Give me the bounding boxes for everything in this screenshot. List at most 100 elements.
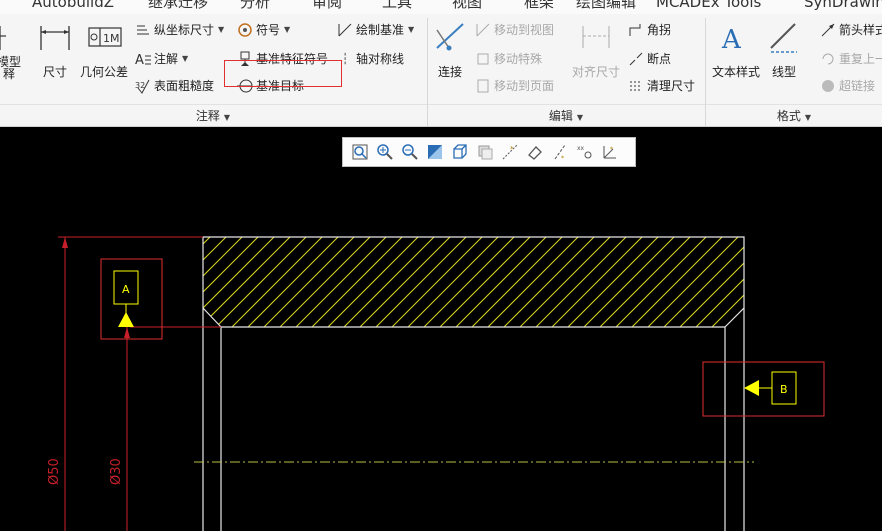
move-to-page-label: 移动到页面 (494, 79, 555, 93)
move-to-view-button[interactable]: 移动到视图 (475, 20, 554, 40)
csys-display-icon: * (603, 146, 616, 159)
tab-view[interactable]: 视图 (452, 0, 482, 12)
connect-label: 连接 (437, 65, 462, 79)
svg-text:*: * (610, 146, 613, 153)
chevron-down-icon: ▼ (804, 113, 812, 122)
tab-review[interactable]: 审阅 (312, 0, 342, 12)
section-hatch (203, 237, 882, 327)
drawing-svg: Ø50 Ø30 A B (47, 236, 882, 531)
annotation-group-footer[interactable]: 注释 ▼ (0, 106, 426, 126)
display-style-button[interactable] (449, 141, 471, 163)
corner-button[interactable]: 角拐 (628, 20, 671, 40)
axis-display-button[interactable]: * (549, 141, 571, 163)
sketch-datum-button[interactable]: 绘制基准 ▼ (337, 20, 414, 40)
datum-display-button[interactable]: * (499, 141, 521, 163)
connect-button[interactable]: 连接 (432, 20, 468, 80)
hyperlink-button[interactable]: 超链接 (820, 76, 875, 96)
text-style-button[interactable]: A 文本样式 (710, 20, 762, 80)
line-type-label: 线型 (771, 65, 796, 79)
drawing-canvas[interactable]: Ø50 Ø30 A B (0, 128, 882, 531)
dimension-button[interactable]: 尺寸 (36, 22, 74, 80)
move-to-page-icon (477, 79, 489, 93)
dimension-lines (58, 236, 221, 531)
chevron-down-icon[interactable]: ▼ (408, 20, 414, 40)
symbol-button[interactable]: 符号 ▼ (237, 20, 290, 40)
axis-symmetry-icon (344, 52, 346, 66)
note-label: 注解 (154, 52, 179, 66)
ordinate-dimension-button[interactable]: 纵坐标尺寸 ▼ (135, 20, 224, 40)
arrow-style-label: 箭头样式 (839, 23, 882, 37)
chevron-down-icon[interactable]: ▼ (284, 20, 290, 40)
note-button[interactable]: A 注解 ▼ (135, 49, 188, 69)
axis-display-icon: * (554, 144, 565, 161)
model-annotation-icon (0, 26, 6, 50)
sketch-datum-icon (338, 23, 352, 37)
inner-diameter-label[interactable]: Ø30 (109, 458, 124, 485)
zoom-out-icon (401, 144, 418, 160)
chevron-down-icon[interactable]: ▼ (182, 49, 188, 69)
move-to-page-button[interactable]: 移动到页面 (475, 76, 554, 96)
tab-drawing-edit[interactable]: 绘图编辑 (576, 0, 636, 12)
hyperlink-label: 超链接 (839, 79, 876, 93)
edit-group-footer[interactable]: 编辑 ▼ (428, 106, 704, 126)
sketch-datum-label: 绘制基准 (356, 23, 405, 37)
hatch-line (760, 237, 850, 327)
tab-analysis[interactable]: 分析 (240, 0, 270, 12)
align-dimension-label: 对齐尺寸 (571, 65, 620, 79)
move-special-button[interactable]: 移动特殊 (475, 49, 542, 69)
zoom-out-button[interactable] (399, 141, 421, 163)
clean-dimension-label: 清理尺寸 (647, 79, 696, 93)
ribbon-footer-divider (0, 104, 882, 105)
outer-diameter-label[interactable]: Ø50 (47, 458, 62, 485)
datum-feature-highlight-box (224, 60, 342, 87)
move-special-icon (477, 53, 489, 65)
repaint-icon (427, 145, 442, 159)
line-type-button[interactable]: 线型 (766, 20, 802, 80)
format-group-footer[interactable]: 格式 ▼ (706, 106, 882, 126)
annotation-group-title: 注释 (195, 109, 220, 123)
text-style-label: 文本样式 (711, 65, 760, 79)
gtol-button[interactable]: 1M 几何公差 (78, 22, 130, 80)
surface-finish-button[interactable]: 32 表面粗糙度 (135, 76, 214, 96)
move-to-view-icon (476, 23, 490, 37)
tab-inherit-migrate[interactable]: 继承迁移 (148, 0, 208, 12)
symbol-label: 符号 (256, 23, 281, 37)
tab-mcadex-tools[interactable]: MCADEx Tools (656, 0, 761, 12)
align-dimension-button[interactable]: 对齐尺寸 (570, 20, 622, 80)
point-display-button[interactable]: xx (574, 141, 596, 163)
datum-a-letter: A (122, 283, 130, 296)
model-annotation-button[interactable]: 模型 释 (0, 22, 24, 82)
tab-autobuildz[interactable]: AutobuildZ (32, 0, 114, 12)
svg-text:A: A (721, 25, 742, 54)
tab-syndrawing[interactable]: SynDrawin (804, 0, 882, 12)
axis-symmetry-button[interactable]: 轴对称线 (339, 49, 404, 69)
tab-frame[interactable]: 框架 (524, 0, 554, 12)
repeat-last-button[interactable]: 重复上一 (820, 49, 882, 69)
zoom-in-button[interactable] (374, 141, 396, 163)
ordinate-dimension-label: 纵坐标尺寸 (154, 23, 215, 37)
move-to-view-label: 移动到视图 (494, 23, 555, 37)
annotation-display-button[interactable] (524, 141, 546, 163)
csys-display-button[interactable]: * (599, 141, 621, 163)
gtol-icon: 1M (88, 27, 122, 47)
surface-finish-icon: 32 (135, 79, 150, 94)
hatch-line (792, 237, 882, 327)
clean-dimension-button[interactable]: 清理尺寸 (628, 76, 695, 96)
edit-group-title: 编辑 (548, 109, 573, 123)
svg-text:32: 32 (135, 81, 145, 90)
repeat-last-label: 重复上一 (839, 52, 882, 66)
clean-dimension-icon (630, 81, 642, 91)
repaint-button[interactable] (424, 141, 446, 163)
breakpoint-button[interactable]: 断点 (628, 49, 671, 69)
graphics-toolbar: * * xx * (342, 137, 636, 167)
breakpoint-label: 断点 (647, 52, 672, 66)
refit-button[interactable] (349, 141, 371, 163)
layer-button[interactable] (474, 141, 496, 163)
arrow-style-button[interactable]: 箭头样式 (820, 20, 882, 40)
datum-b-triangle (744, 380, 759, 396)
cube-icon (452, 144, 467, 159)
tab-tools[interactable]: 工具 (382, 0, 412, 12)
axis-symmetry-label: 轴对称线 (356, 52, 405, 66)
breakpoint-icon (629, 52, 643, 66)
chevron-down-icon[interactable]: ▼ (218, 20, 224, 40)
